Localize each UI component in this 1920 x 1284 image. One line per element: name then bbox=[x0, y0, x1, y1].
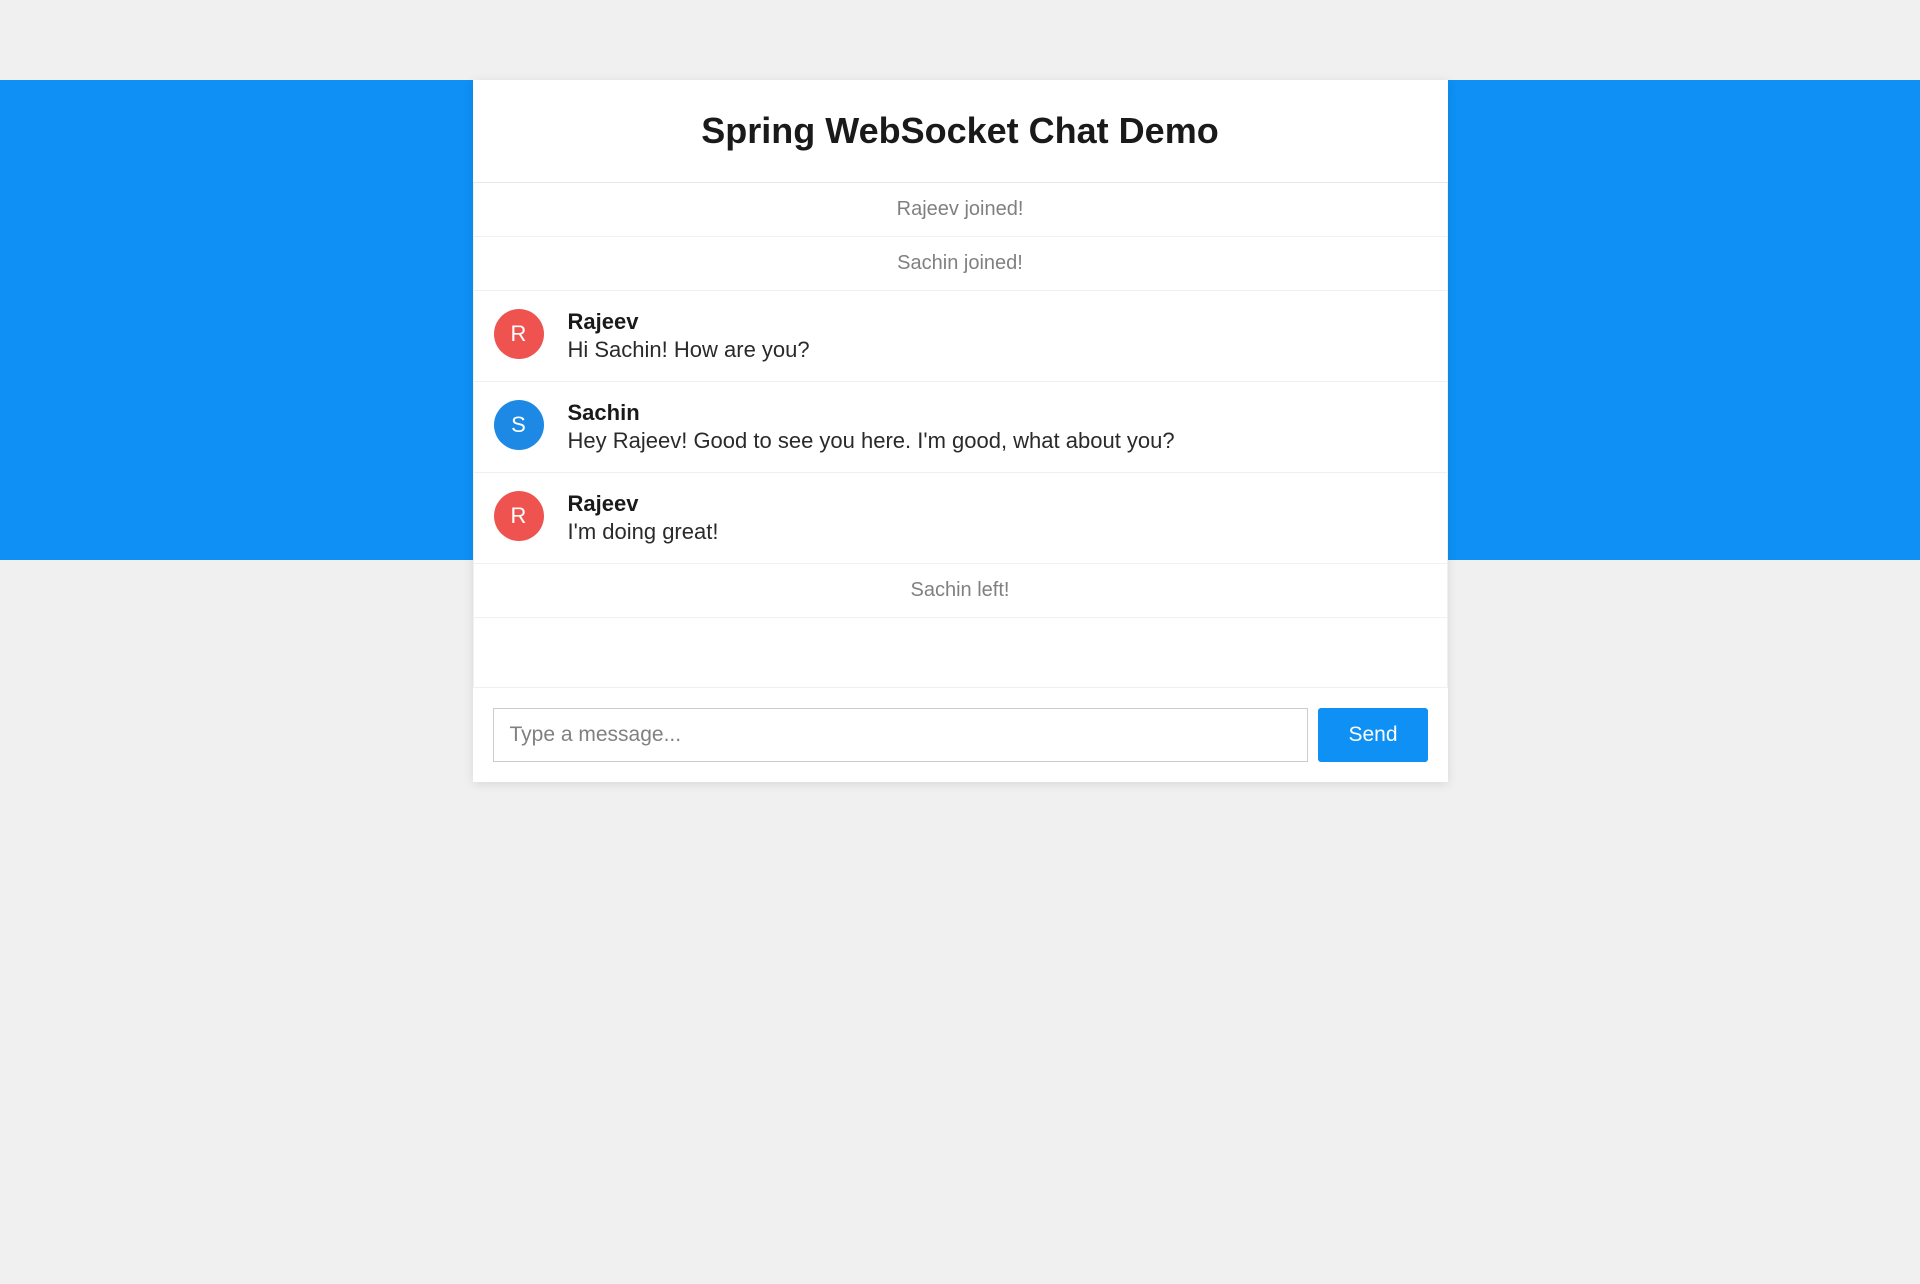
message-area[interactable]: Rajeev joined!Sachin joined!RRajeevHi Sa… bbox=[473, 183, 1448, 688]
message-text: Hi Sachin! How are you? bbox=[568, 337, 1427, 363]
chat-header: Spring WebSocket Chat Demo bbox=[473, 80, 1448, 183]
chat-message: S SachinHey Rajeev! Good to see you here.… bbox=[474, 382, 1447, 473]
chat-title: Spring WebSocket Chat Demo bbox=[493, 110, 1428, 152]
message-sender: Sachin bbox=[568, 400, 1427, 426]
avatar: R bbox=[494, 309, 544, 359]
message-sender: Rajeev bbox=[568, 309, 1427, 335]
message-sender: Rajeev bbox=[568, 491, 1427, 517]
send-button[interactable]: Send bbox=[1318, 708, 1427, 762]
message-content: RajeevI'm doing great! bbox=[568, 491, 1427, 545]
message-text: Hey Rajeev! Good to see you here. I'm go… bbox=[568, 428, 1427, 454]
event-message: Sachin joined! bbox=[474, 237, 1447, 291]
avatar: S bbox=[494, 400, 544, 450]
chat-message: R RajeevI'm doing great! bbox=[474, 473, 1447, 564]
chat-message: R RajeevHi Sachin! How are you? bbox=[474, 291, 1447, 382]
message-form: Send bbox=[473, 688, 1448, 782]
message-text: I'm doing great! bbox=[568, 519, 1427, 545]
message-content: RajeevHi Sachin! How are you? bbox=[568, 309, 1427, 363]
chat-window: Spring WebSocket Chat Demo Rajeev joined… bbox=[473, 80, 1448, 782]
event-message: Rajeev joined! bbox=[474, 183, 1447, 237]
event-message: Sachin left! bbox=[474, 564, 1447, 618]
message-content: SachinHey Rajeev! Good to see you here. … bbox=[568, 400, 1427, 454]
message-input[interactable] bbox=[493, 708, 1309, 762]
avatar: R bbox=[494, 491, 544, 541]
